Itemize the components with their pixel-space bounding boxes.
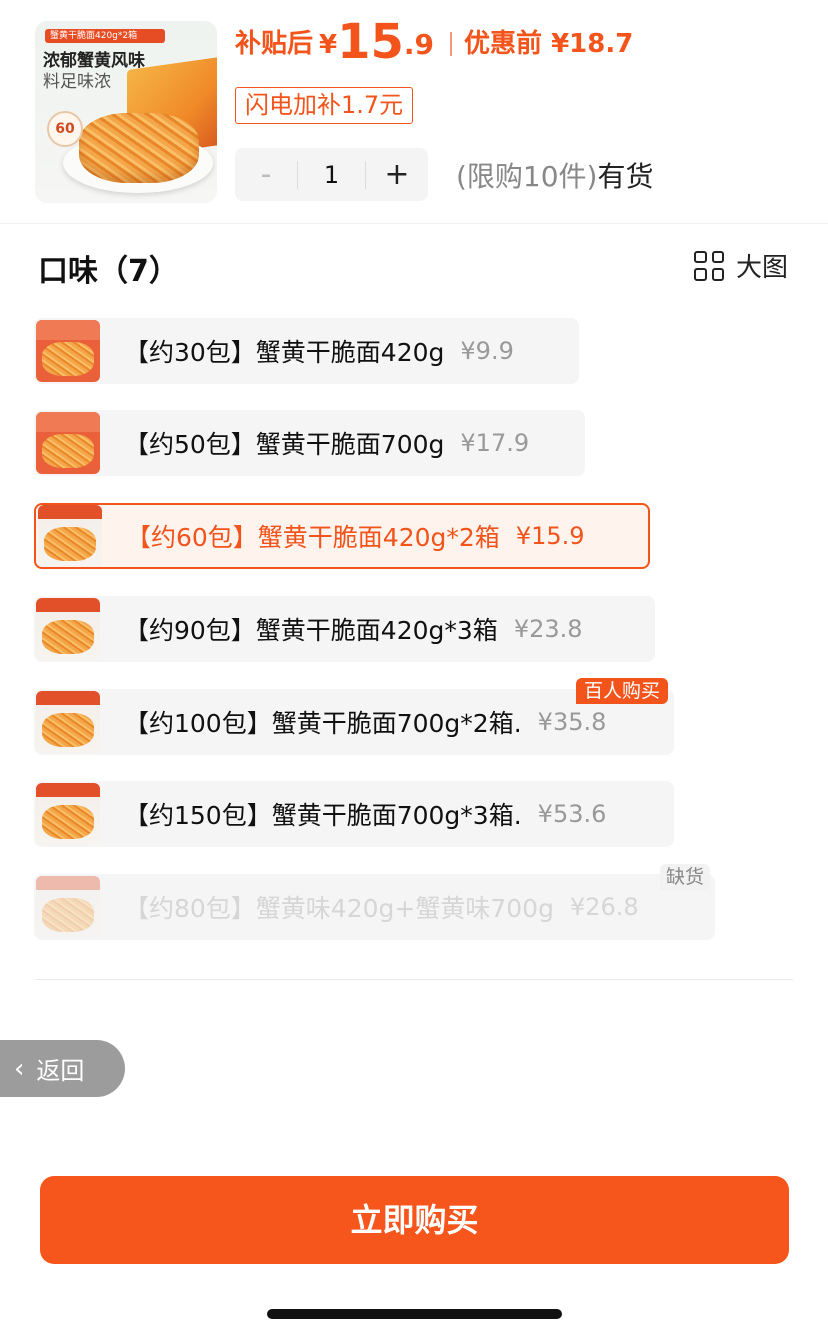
thumbnail-line2: 料足味浓 <box>43 72 111 92</box>
option-price: ¥35.8 <box>537 708 607 736</box>
option-name: 【约30包】蟹黄干脆面420g <box>124 338 445 367</box>
flavor-option[interactable]: 【约50包】蟹黄干脆面700g ¥17.9 <box>34 410 585 476</box>
flavor-option-out-of-stock: 【约80包】蟹黄味420g+蟹黄味700g ¥26.8 <box>34 874 715 940</box>
price-currency: ¥ <box>319 30 338 60</box>
option-price: ¥15.9 <box>515 522 585 550</box>
chevron-left-icon: ‹ <box>14 1053 25 1084</box>
option-price: ¥26.8 <box>569 893 639 921</box>
flash-subsidy-tag: 闪电加补1.7元 <box>235 87 414 124</box>
noodle-image <box>79 113 199 183</box>
flavor-option[interactable]: 【约90包】蟹黄干脆面420g*3箱 ¥23.8 <box>34 596 655 662</box>
option-name: 【约90包】蟹黄干脆面420g*3箱 <box>124 616 498 645</box>
option-price: ¥23.8 <box>513 615 583 643</box>
option-name: 【约50包】蟹黄干脆面700g <box>124 430 445 459</box>
option-price: ¥53.6 <box>537 800 607 828</box>
buy-now-button[interactable]: 立即购买 <box>40 1176 789 1264</box>
increase-button[interactable]: + <box>366 148 428 201</box>
popular-tag: 百人购买 <box>576 678 669 704</box>
out-of-stock-tag: 缺货 <box>660 864 711 890</box>
flavor-section-title: 口味（7） <box>38 254 179 289</box>
quantity-stepper: - 1 + <box>235 148 428 201</box>
big-image-toggle[interactable]: 大图 <box>694 247 788 284</box>
option-thumbnail <box>36 691 100 753</box>
grid-icon <box>694 250 724 281</box>
home-indicator <box>267 1309 562 1319</box>
flavor-option[interactable]: 【约150包】蟹黄干脆面700g*3箱. ¥53.6 <box>34 781 674 847</box>
quantity-value[interactable]: 1 <box>298 161 365 189</box>
flavor-option[interactable]: 【约30包】蟹黄干脆面420g ¥9.9 <box>34 318 579 384</box>
flavor-option-selected[interactable]: 【约60包】蟹黄干脆面420g*2箱 ¥15.9 <box>34 503 650 569</box>
stock-status: 有货 <box>597 160 654 193</box>
thumbnail-badge: 60 <box>47 111 83 147</box>
option-name: 【约80包】蟹黄味420g+蟹黄味700g <box>124 894 554 923</box>
option-thumbnail <box>36 412 100 474</box>
price-divider <box>450 32 453 56</box>
option-price: ¥17.9 <box>460 429 530 457</box>
option-name: 【约60包】蟹黄干脆面420g*2箱 <box>126 523 500 552</box>
option-thumbnail <box>36 598 100 660</box>
option-thumbnail <box>36 876 100 938</box>
list-divider <box>35 979 793 980</box>
subsidy-price-label: 补贴后 <box>235 29 314 59</box>
purchase-limit: (限购10件) <box>456 160 598 193</box>
option-price: ¥9.9 <box>460 337 514 365</box>
stock-info: (限购10件)有货 <box>456 155 654 195</box>
back-button[interactable]: ‹ 返回 <box>0 1040 125 1097</box>
thumbnail-banner: 蟹黄干脆面420g*2箱 <box>45 29 165 43</box>
decrease-button[interactable]: - <box>235 148 297 201</box>
option-name: 【约100包】蟹黄干脆面700g*2箱. <box>124 709 522 738</box>
sku-selector-sheet: 蟹黄干脆面420g*2箱 浓郁蟹黄风味 料足味浓 60 补贴后 ¥ 15 .9 … <box>0 0 828 1337</box>
price-integer: 15 <box>337 14 404 70</box>
price-row: 补贴后 ¥ 15 .9 优惠前 ¥18.7 <box>235 14 633 68</box>
back-label: 返回 <box>36 1057 85 1085</box>
product-thumbnail[interactable]: 蟹黄干脆面420g*2箱 浓郁蟹黄风味 料足味浓 60 <box>35 21 217 203</box>
header-divider <box>0 223 828 224</box>
option-thumbnail <box>36 783 100 845</box>
option-name: 【约150包】蟹黄干脆面700g*3箱. <box>124 801 522 830</box>
option-thumbnail <box>36 320 100 382</box>
big-image-label: 大图 <box>736 253 789 283</box>
option-thumbnail <box>38 505 102 567</box>
price-decimal: .9 <box>403 28 435 61</box>
original-price: 优惠前 ¥18.7 <box>464 29 634 59</box>
